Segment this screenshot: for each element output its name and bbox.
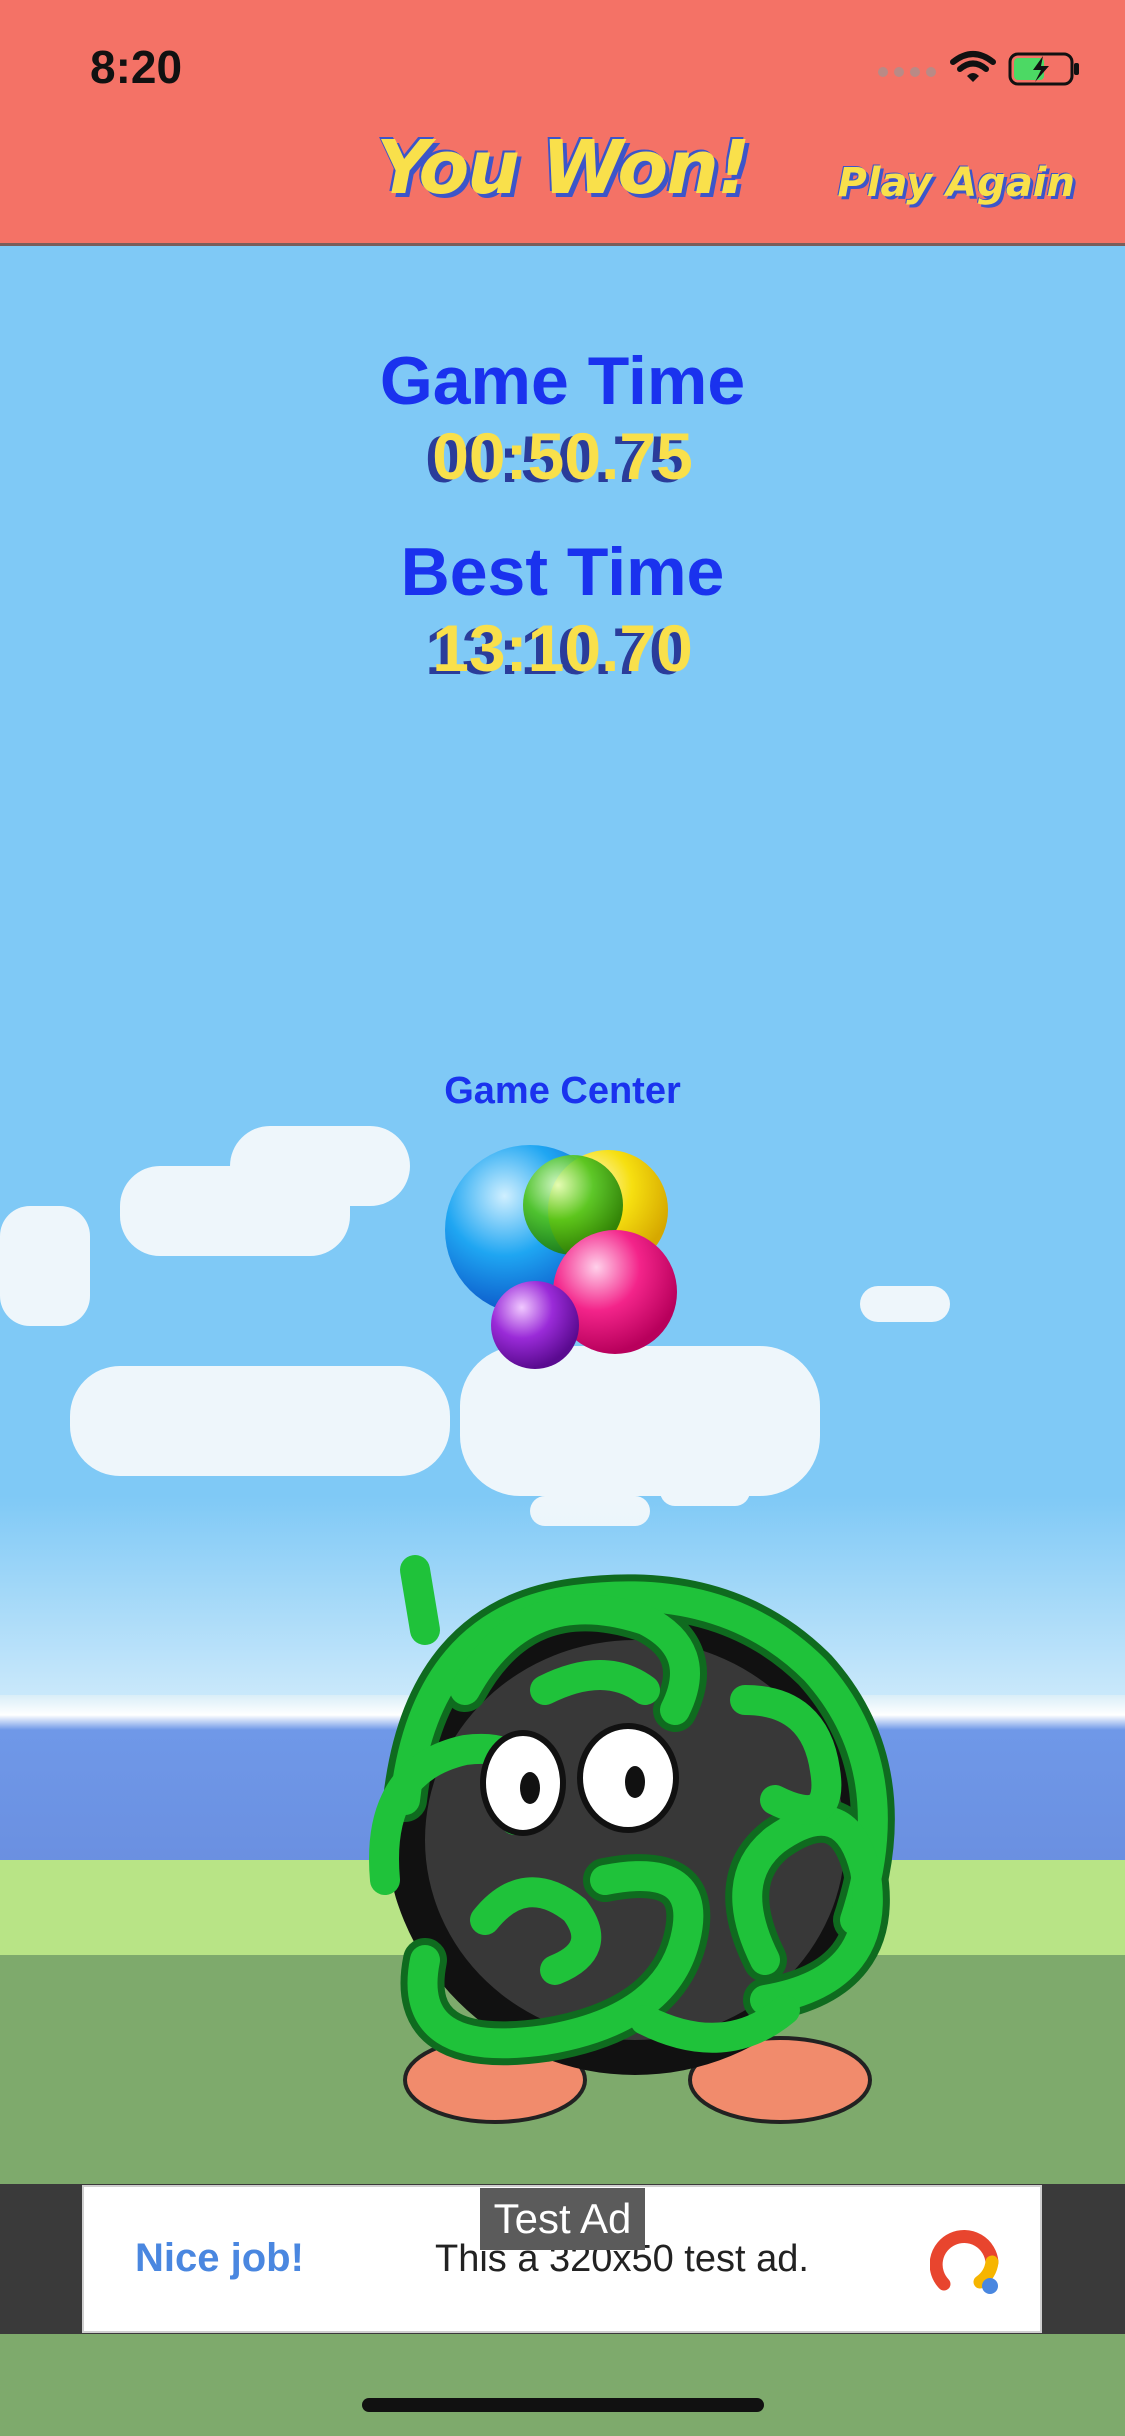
game-center-label[interactable]: Game Center (0, 1070, 1125, 1113)
play-again-button[interactable]: Play Again (837, 160, 1075, 206)
wifi-dot (967, 73, 979, 82)
ad-headline[interactable]: Nice job! (135, 2236, 304, 2281)
admob-logo-icon[interactable] (930, 2222, 1006, 2298)
signal-icon (878, 67, 936, 77)
test-ad-tag: Test Ad (480, 2188, 645, 2250)
tangela-creature-image (369, 1555, 895, 2124)
game-center-icon[interactable] (440, 1135, 680, 1375)
best-time-value: 13:10.70 (432, 611, 693, 685)
battery-icon (1008, 52, 1079, 86)
status-icons (878, 51, 1079, 86)
game-time-label: Game Time (379, 343, 746, 419)
status-time: 8:20 (90, 41, 183, 93)
home-indicator[interactable] (362, 2398, 764, 2412)
game-time-value: 00:50.75 (432, 419, 693, 493)
wifi-icon (950, 51, 996, 72)
best-time-label: Best Time (400, 534, 725, 610)
